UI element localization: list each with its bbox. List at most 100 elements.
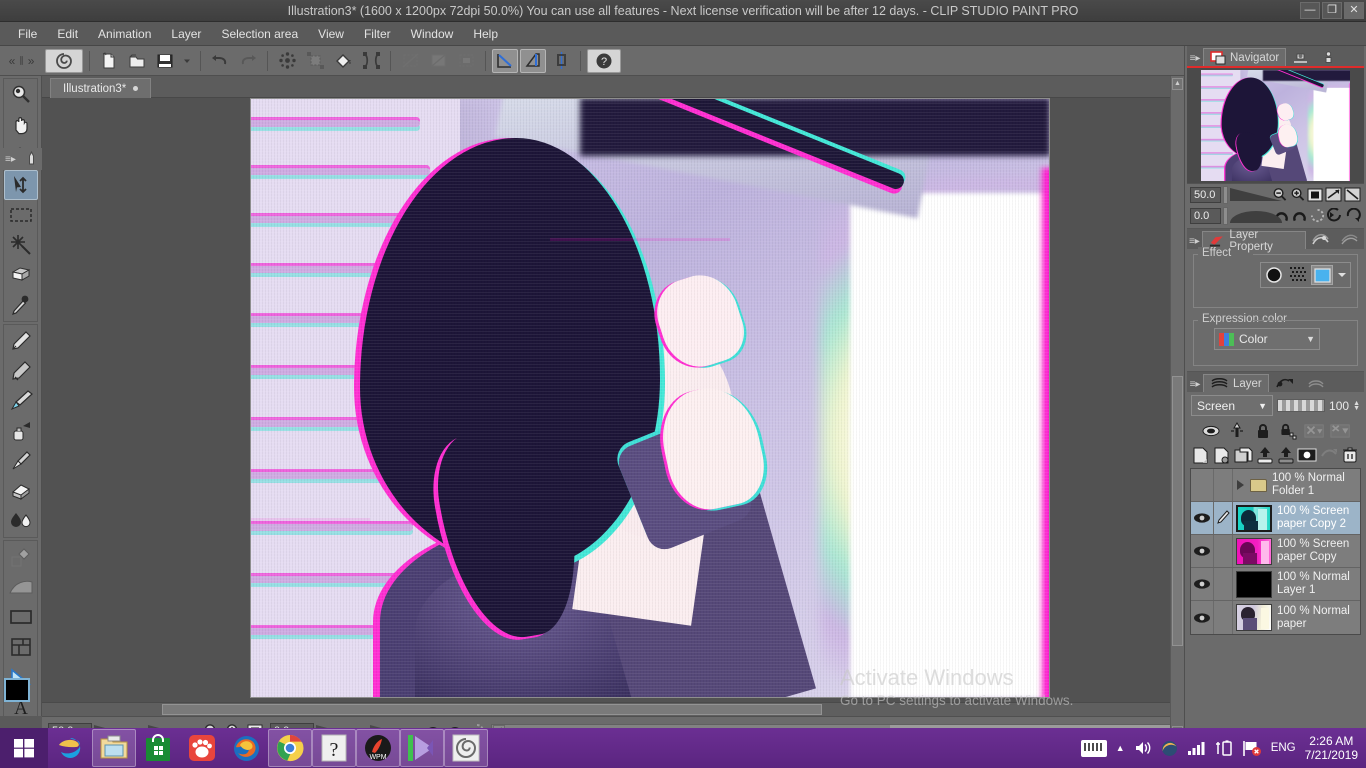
foreground-color-swatch[interactable] (4, 678, 30, 702)
gradient-tool[interactable] (4, 542, 38, 572)
canvas-horizontal-scrollbar[interactable] (42, 702, 1170, 716)
undo-button[interactable] (207, 49, 233, 73)
lock-transparent-pixels-button[interactable] (1278, 421, 1299, 441)
auto-select-tool[interactable] (4, 230, 38, 260)
menu-item-help[interactable]: Help (463, 24, 508, 44)
blend-mode-dropdown[interactable]: Screen ▼ (1191, 395, 1274, 416)
gom-player-taskbar-icon[interactable] (180, 729, 224, 767)
save-dropdown-button[interactable] (180, 49, 194, 73)
create-layer-mask-button[interactable] (1297, 445, 1317, 465)
tab-layer-search[interactable] (1300, 374, 1331, 392)
tab-brush-settings[interactable] (1335, 231, 1364, 249)
effect-layer-color-button[interactable] (1311, 265, 1333, 285)
start-button[interactable] (0, 728, 48, 768)
navigator-flip-horizontal-button[interactable] (1325, 186, 1342, 204)
layer-visibility-toggle[interactable] (1191, 612, 1213, 624)
opacity-stepper[interactable]: ▲ ▼ (1353, 400, 1360, 412)
battery-icon[interactable] (1215, 739, 1233, 757)
set-as-draft-layer-button[interactable] (1304, 421, 1325, 441)
transfer-to-lower-layer-button[interactable] (1255, 445, 1274, 465)
tab-navigator[interactable]: Navigator (1203, 48, 1287, 66)
opacity-value[interactable]: 100 (1329, 399, 1349, 413)
microsoft-store-taskbar-icon[interactable] (136, 729, 180, 767)
layer-row-paper[interactable]: 100 % Normal paper (1191, 601, 1360, 634)
airbrush-tool[interactable] (4, 416, 38, 446)
clear-button[interactable] (274, 49, 300, 73)
open-file-button[interactable] (124, 49, 150, 73)
photoscape-taskbar-icon[interactable]: ? (312, 729, 356, 767)
eraser-tool[interactable] (4, 476, 38, 506)
internet-explorer-taskbar-icon[interactable] (48, 729, 92, 767)
close-button[interactable]: ✕ (1344, 2, 1364, 19)
gradient-fill-tool[interactable] (4, 572, 38, 602)
opacity-slider[interactable] (1277, 399, 1326, 412)
clip-to-layer-below-button[interactable] (1200, 421, 1221, 441)
fill-selection-button[interactable] (302, 49, 328, 73)
layer-visibility-toggle[interactable] (1191, 512, 1213, 524)
artwork-canvas[interactable] (250, 98, 1050, 698)
scale-rotate-button[interactable] (358, 49, 384, 73)
navigator-zoom-in-button[interactable] (1289, 186, 1305, 204)
navigator-fit-screen-button[interactable] (1307, 186, 1323, 204)
signal-bars-icon[interactable] (1187, 740, 1206, 756)
chevron-up-icon[interactable]: ▲ (1116, 743, 1125, 753)
save-file-button[interactable] (152, 49, 178, 73)
menu-item-edit[interactable]: Edit (47, 24, 88, 44)
language-indicator[interactable]: ENG (1271, 742, 1296, 754)
layer-mask-toggle-button[interactable] (1330, 421, 1351, 441)
weather-icon[interactable] (1161, 740, 1178, 757)
menu-item-filter[interactable]: Filter (354, 24, 401, 44)
set-as-reference-layer-button[interactable] (1226, 421, 1247, 441)
new-layer-folder-button[interactable] (1234, 445, 1253, 465)
new-raster-layer-button[interactable] (1191, 445, 1210, 465)
navigator-angle-field[interactable]: 0.0 (1190, 207, 1222, 224)
layer-thumbnail[interactable] (1236, 604, 1272, 631)
navigator-angle-track[interactable] (1230, 207, 1283, 224)
file-explorer-taskbar-icon[interactable] (92, 729, 136, 767)
frame-border-tool[interactable] (4, 632, 38, 662)
selection-tool[interactable] (4, 200, 38, 230)
firefox-taskbar-icon[interactable] (224, 729, 268, 767)
figure-tool[interactable] (4, 602, 38, 632)
layer-thumbnail[interactable] (1236, 504, 1272, 532)
menu-item-animation[interactable]: Animation (88, 24, 161, 44)
effect-tone-button[interactable] (1287, 265, 1309, 285)
snap-symmetry-button[interactable] (548, 49, 574, 73)
invert-selection-button[interactable] (425, 49, 451, 73)
canvas-viewport[interactable] (42, 98, 1170, 702)
layer-row-folder[interactable]: 100 % Normal Folder 1 (1191, 469, 1360, 502)
navigator-flip-vertical-button[interactable] (1344, 186, 1361, 204)
new-vector-layer-button[interactable] (1212, 445, 1231, 465)
layer-thumbnail[interactable] (1236, 570, 1272, 598)
snap-ruler-button[interactable] (492, 48, 518, 73)
navigator-preview-refresh-button[interactable] (1345, 207, 1361, 225)
color-swatch[interactable] (4, 678, 38, 708)
clip-studio-paint-taskbar-icon[interactable] (444, 729, 488, 767)
blend-tool[interactable] (4, 506, 38, 536)
wpm-taskbar-icon[interactable]: WPM (356, 729, 400, 767)
menu-item-file[interactable]: File (8, 24, 47, 44)
object-tool[interactable] (4, 170, 38, 200)
zoom-tool[interactable] (4, 80, 38, 110)
triangle-right-icon[interactable] (1237, 480, 1244, 490)
snap-perspective-button[interactable] (520, 48, 546, 73)
layer-menu-icon[interactable]: ≡▸ (1187, 376, 1203, 392)
palette-scroll-thumb[interactable] (1172, 376, 1183, 646)
document-tab[interactable]: Illustration3* (50, 78, 152, 98)
menu-item-view[interactable]: View (308, 24, 354, 44)
pen-tool[interactable] (4, 326, 38, 356)
layer-list[interactable]: 100 % Normal Folder 1 100 % Screen paper… (1190, 468, 1361, 635)
new-file-button[interactable] (96, 49, 122, 73)
tab-quick-access[interactable] (1268, 374, 1301, 392)
selection-border-button[interactable] (453, 49, 479, 73)
clip-studio-launcher-button[interactable] (45, 48, 83, 73)
help-button[interactable]: ? (587, 48, 621, 73)
minimize-button[interactable]: — (1300, 2, 1320, 19)
layer-visibility-toggle[interactable] (1191, 545, 1213, 557)
horizontal-scroll-thumb[interactable] (162, 704, 822, 715)
navigator-zoom-track[interactable] (1229, 186, 1282, 203)
flag-alert-icon[interactable] (1242, 740, 1262, 757)
navigator-rotate-right-button[interactable] (1291, 207, 1307, 225)
combine-to-layer-below-button[interactable] (1276, 445, 1295, 465)
decoration-tool[interactable] (4, 446, 38, 476)
